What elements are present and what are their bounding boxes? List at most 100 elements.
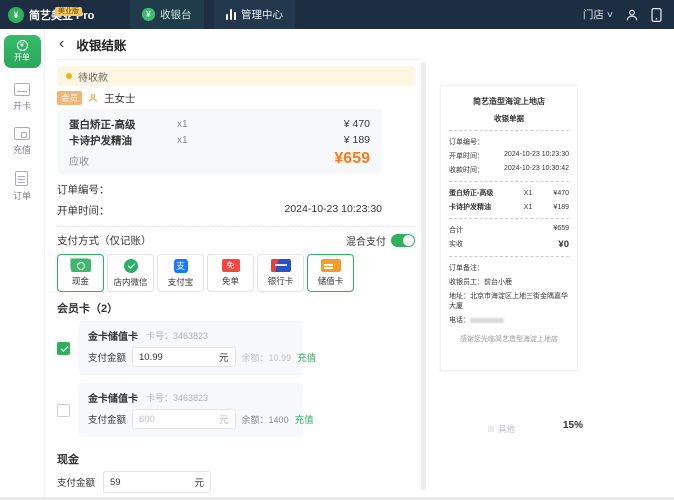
tab-cashier[interactable]: ¥ 收银台 (130, 0, 204, 29)
status-dot-icon (66, 73, 72, 79)
order-no-row: 订单编号： (57, 182, 382, 197)
member-card-box: 金卡储值卡 卡号：3463823 支付金额 元 余额：10.99 充值 (78, 321, 303, 375)
brand: ¥ 简艺美业 Pro 美业版 (0, 7, 130, 23)
scrollbar[interactable] (421, 62, 426, 490)
item-price: ¥ 189 (344, 134, 370, 146)
pay-amount-label: 支付金额 (88, 350, 126, 364)
receipt-phone: 电话： (449, 315, 569, 325)
item-price: ¥ 470 (344, 118, 370, 130)
sidebar: ¥ 开单 开卡 充值 订单 (0, 29, 45, 500)
user-icon[interactable] (625, 8, 639, 22)
customer-badge: 会员 (57, 91, 82, 105)
recharge-link[interactable]: 充值 (295, 412, 314, 426)
payment-method-cash[interactable]: 现金 (57, 254, 104, 292)
bar-chart-icon (226, 9, 237, 20)
store-selector[interactable]: 门店 ˅ (583, 7, 613, 22)
payment-method-bankcard[interactable]: 银行卡 (257, 254, 304, 292)
unit-label: 元 (195, 475, 205, 489)
pay-amount-input[interactable] (139, 414, 219, 425)
cash-row: 支付金额 元 (57, 471, 422, 493)
receipt-thanks: 感谢您光临简艺造型海淀上地店 (449, 334, 569, 344)
member-card-checkbox[interactable] (57, 404, 70, 417)
divider (449, 130, 569, 131)
document-icon (15, 171, 28, 186)
sidebar-item-label: 充值 (13, 143, 31, 156)
person-icon (88, 93, 98, 103)
receipt-doc-title: 收银单据 (449, 113, 569, 124)
member-card-name: 金卡储值卡 (88, 328, 138, 343)
order-item-row: 蛋白矫正-高级 x1 ¥ 470 (69, 116, 370, 132)
customer-name: 王女士 (104, 91, 136, 106)
receipt-panel: 简艺造型海淀上地店 收银单据 订单编号： 开单时间： 2024-10-23 10… (432, 29, 674, 500)
redacted-phone (470, 318, 504, 323)
topbar-right: 门店 ˅ (583, 7, 674, 22)
back-button[interactable]: ‹ (57, 36, 66, 52)
page-title: 收银结账 (76, 35, 126, 54)
card-icon (14, 83, 30, 96)
cash-section-title: 现金 (57, 451, 422, 467)
store-selector-label: 门店 (583, 7, 604, 22)
balance-label: 余额：1400 (242, 413, 289, 426)
alipay-icon: 支 (174, 259, 188, 273)
payment-method-storedcard[interactable]: 储值卡 (307, 254, 354, 292)
member-card-box: 金卡储值卡 卡号：3463823 支付金额 元 余额：1400 充值 (78, 383, 303, 437)
member-card-name: 金卡储值卡 (88, 390, 138, 405)
sidebar-item-label: 开卡 (13, 99, 31, 112)
legend-percent: 15% (563, 420, 583, 431)
payment-method-free[interactable]: 免 免单 (207, 254, 254, 292)
receipt-store-name: 简艺造型海淀上地店 (449, 96, 569, 107)
mixed-pay: 混合支付 (346, 233, 415, 248)
sidebar-item-recharge[interactable]: 充值 (13, 127, 31, 156)
app-window: ¥ 简艺美业 Pro 美业版 ¥ 收银台 管理中心 门店 ˅ ¥ (0, 0, 674, 500)
divider (449, 181, 569, 182)
sidebar-item-open-card[interactable]: 开卡 (13, 83, 31, 112)
open-time-value: 2024-10-23 10:23:30 (285, 203, 383, 218)
due-row: 应收 ¥659 (69, 150, 370, 168)
brand-logo-icon: ¥ (8, 7, 24, 23)
payment-method-alipay[interactable]: 支 支付宝 (157, 254, 204, 292)
legend-swatch-icon (488, 426, 494, 432)
sidebar-item-orders[interactable]: 订单 (13, 171, 31, 202)
order-items-box: 蛋白矫正-高级 x1 ¥ 470 卡诗护发精油 x1 ¥ 189 应收 ¥659 (57, 109, 382, 174)
receipt-cashier: 收银员工：前台小鹿 (449, 277, 569, 287)
receipt-total-row: 合计 ¥659 (449, 225, 569, 235)
sidebar-item-new-order[interactable]: ¥ 开单 (4, 35, 41, 68)
status-banner: 待收款 (57, 66, 415, 86)
mixed-pay-toggle[interactable] (391, 234, 415, 247)
free-ticket-icon: 免 (222, 259, 240, 272)
receipt-open-time: 开单时间： 2024-10-23 10:23:30 (449, 151, 569, 161)
member-cards-title: 会员卡（2） (57, 300, 422, 316)
item-name: 卡诗护发精油 (69, 133, 177, 148)
balance-label: 余额：10.99 (242, 351, 292, 364)
receipt-pay-time: 收款时间： 2024-10-23 10:30:42 (449, 165, 569, 175)
item-qty: x1 (177, 119, 344, 130)
page-header: ‹ 收银结账 (57, 29, 422, 60)
payment-methods: 现金 店内微信 支 支付宝 免 免单 银行卡 储值卡 (57, 254, 422, 292)
payment-method-wechat[interactable]: 店内微信 (107, 254, 154, 292)
cash-amount-input[interactable] (110, 477, 190, 488)
due-label: 应收 (69, 153, 89, 168)
brand-badge: 美业版 (55, 7, 82, 16)
sidebar-item-label: 订单 (13, 189, 31, 202)
divider (449, 256, 569, 257)
receipt-paid-row: 实收 ¥0 (449, 239, 569, 250)
receipt-address: 地址：北京市海淀区上地三街金隅嘉华大厦 (449, 291, 569, 311)
open-time-row: 开单时间： 2024-10-23 10:23:30 (57, 203, 382, 218)
pay-amount-input[interactable] (139, 352, 219, 363)
recharge-link[interactable]: 充值 (297, 350, 316, 364)
storedcard-icon (321, 259, 341, 272)
cash-amount-label: 支付金额 (57, 475, 95, 489)
wallet-icon (14, 127, 30, 140)
mixed-pay-label: 混合支付 (346, 233, 386, 248)
divider (449, 218, 569, 219)
member-card-checkbox[interactable] (57, 342, 70, 355)
device-icon[interactable] (651, 8, 662, 22)
due-amount: ¥659 (334, 150, 370, 168)
payment-header: 支付方式（仅记账） 混合支付 (57, 233, 415, 248)
yuan-circle-icon: ¥ (17, 40, 28, 51)
tab-admin-center[interactable]: 管理中心 (214, 0, 296, 29)
receipt-item-row: 卡诗护发精油 X1 ¥189 (449, 202, 569, 212)
tab-cashier-label: 收银台 (160, 7, 192, 22)
order-item-row: 卡诗护发精油 x1 ¥ 189 (69, 132, 370, 148)
receipt-note: 订单备注： (449, 263, 569, 273)
